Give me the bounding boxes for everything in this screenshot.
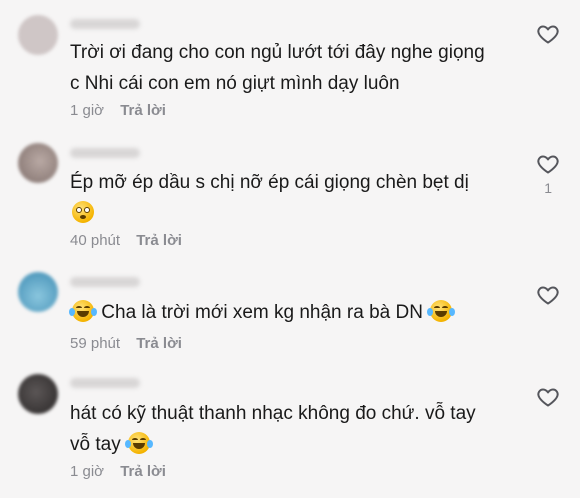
username-blurred[interactable]: [70, 148, 140, 158]
comment-time: 40 phút: [70, 232, 121, 249]
comment-line: hát có kỹ thuật thanh nhạc không đo chứ.…: [70, 403, 476, 424]
heart-icon[interactable]: [536, 283, 560, 307]
comment-line: c Nhi cái con em nó giựt mình dạy luôn: [70, 73, 400, 94]
comment-line: Ép mỡ ép dầu s chị nỡ ép cái giọng chèn …: [70, 172, 469, 193]
comment-line: vỗ tay: [70, 429, 520, 460]
like-count: 1: [544, 180, 552, 196]
laughing-tears-icon: [69, 300, 97, 322]
comment-time: 1 giờ: [70, 463, 105, 480]
comment-meta: 1 giờ Trả lời: [70, 102, 166, 119]
username-blurred[interactable]: [70, 378, 140, 388]
comment-meta: 40 phút Trả lời: [70, 232, 182, 249]
comment-meta: 1 giờ Trả lời: [70, 463, 166, 480]
reply-button[interactable]: Trả lời: [120, 102, 166, 119]
comment-time: 59 phút: [70, 335, 121, 352]
laughing-tears-icon: [427, 300, 456, 322]
comment-line-text: Cha là trời mới xem kg nhận ra bà DN: [101, 302, 423, 323]
comment-text: hát có kỹ thuật thanh nhạc không đo chứ.…: [70, 398, 520, 460]
comment-text: Cha là trời mới xem kg nhận ra bà DN: [69, 297, 520, 328]
avatar[interactable]: [18, 272, 58, 312]
avatar[interactable]: [18, 143, 58, 183]
heart-icon[interactable]: [536, 385, 560, 409]
comment-line: Trời ơi đang cho con ngủ lướt tới đây ng…: [70, 42, 485, 63]
avatar[interactable]: [18, 15, 58, 55]
laughing-tears-icon: [124, 432, 153, 454]
comment-time: 1 giờ: [70, 102, 105, 119]
comment-text: Ép mỡ ép dầu s chị nỡ ép cái giọng chèn …: [70, 167, 520, 229]
reply-button[interactable]: Trả lời: [120, 463, 166, 480]
username-blurred[interactable]: [70, 19, 140, 29]
comment-line: [70, 198, 520, 229]
heart-icon[interactable]: [536, 152, 560, 176]
heart-icon[interactable]: [536, 22, 560, 46]
comment-line: Cha là trời mới xem kg nhận ra bà DN: [69, 297, 520, 328]
flushed-face-icon: [72, 201, 94, 223]
comment-line-text: vỗ tay: [70, 434, 121, 455]
comment-meta: 59 phút Trả lời: [70, 335, 182, 352]
comment-text: Trời ơi đang cho con ngủ lướt tới đây ng…: [70, 37, 520, 99]
avatar[interactable]: [18, 374, 58, 414]
reply-button[interactable]: Trả lời: [136, 232, 182, 249]
reply-button[interactable]: Trả lời: [136, 335, 182, 352]
username-blurred[interactable]: [70, 277, 140, 287]
